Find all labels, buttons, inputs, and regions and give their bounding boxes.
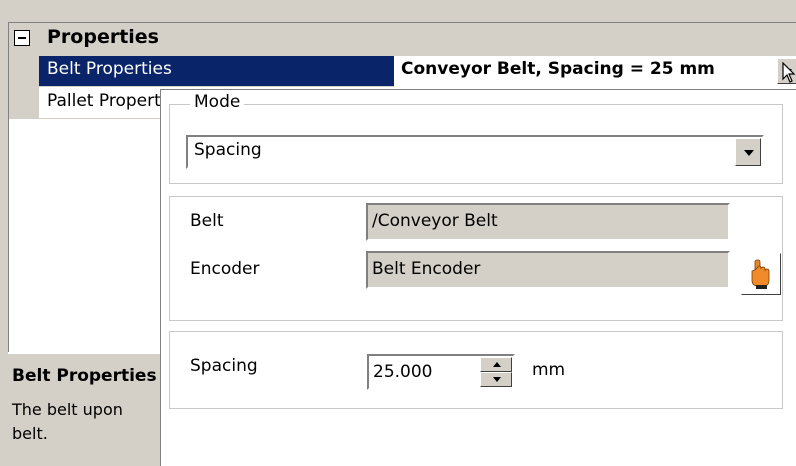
property-name[interactable]: Belt Properties — [39, 56, 394, 87]
hand-pointer-icon — [751, 259, 770, 289]
spacing-value[interactable]: 25.000 — [373, 362, 432, 382]
encoder-field: Belt Encoder — [366, 251, 730, 289]
chevron-down-icon[interactable] — [735, 138, 761, 166]
stepper-arrows — [480, 357, 512, 387]
mode-select-value: Spacing — [194, 140, 262, 160]
description-title: Belt Properties — [12, 366, 157, 386]
belt-field: /Conveyor Belt — [366, 203, 730, 241]
increment-button[interactable] — [480, 357, 512, 372]
mode-group: Mode Spacing — [169, 92, 783, 184]
spacing-stepper[interactable]: 25.000 — [367, 354, 515, 390]
spacing-unit: mm — [532, 360, 566, 380]
pick-encoder-button[interactable] — [741, 253, 781, 295]
belt-encoder-group: Belt /Conveyor Belt Encoder Belt Encoder — [169, 196, 783, 321]
description-text: The belt upon belt. — [12, 400, 123, 443]
spacing-group: Spacing 25.000 mm — [169, 331, 783, 409]
category-label: Properties — [47, 26, 159, 48]
encoder-label: Encoder — [190, 259, 260, 279]
spacing-label: Spacing — [190, 356, 258, 376]
property-value[interactable]: Conveyor Belt, Spacing = 25 mm — [395, 56, 775, 87]
decrement-button[interactable] — [480, 372, 512, 387]
mode-group-title: Mode — [190, 92, 245, 112]
minus-box-icon[interactable] — [14, 30, 30, 46]
mouse-pointer-icon — [782, 62, 796, 83]
mode-select[interactable]: Spacing — [186, 135, 764, 169]
category-row[interactable]: Properties — [9, 23, 796, 56]
belt-label: Belt — [190, 211, 224, 231]
property-row-belt[interactable]: Belt Properties Conveyor Belt, Spacing =… — [39, 56, 796, 87]
grid-margin — [9, 56, 39, 119]
belt-properties-editor: Mode Spacing Belt /Conveyor Belt Encoder… — [160, 89, 796, 466]
properties-window: Properties Belt Properties Conveyor Belt… — [0, 0, 796, 466]
